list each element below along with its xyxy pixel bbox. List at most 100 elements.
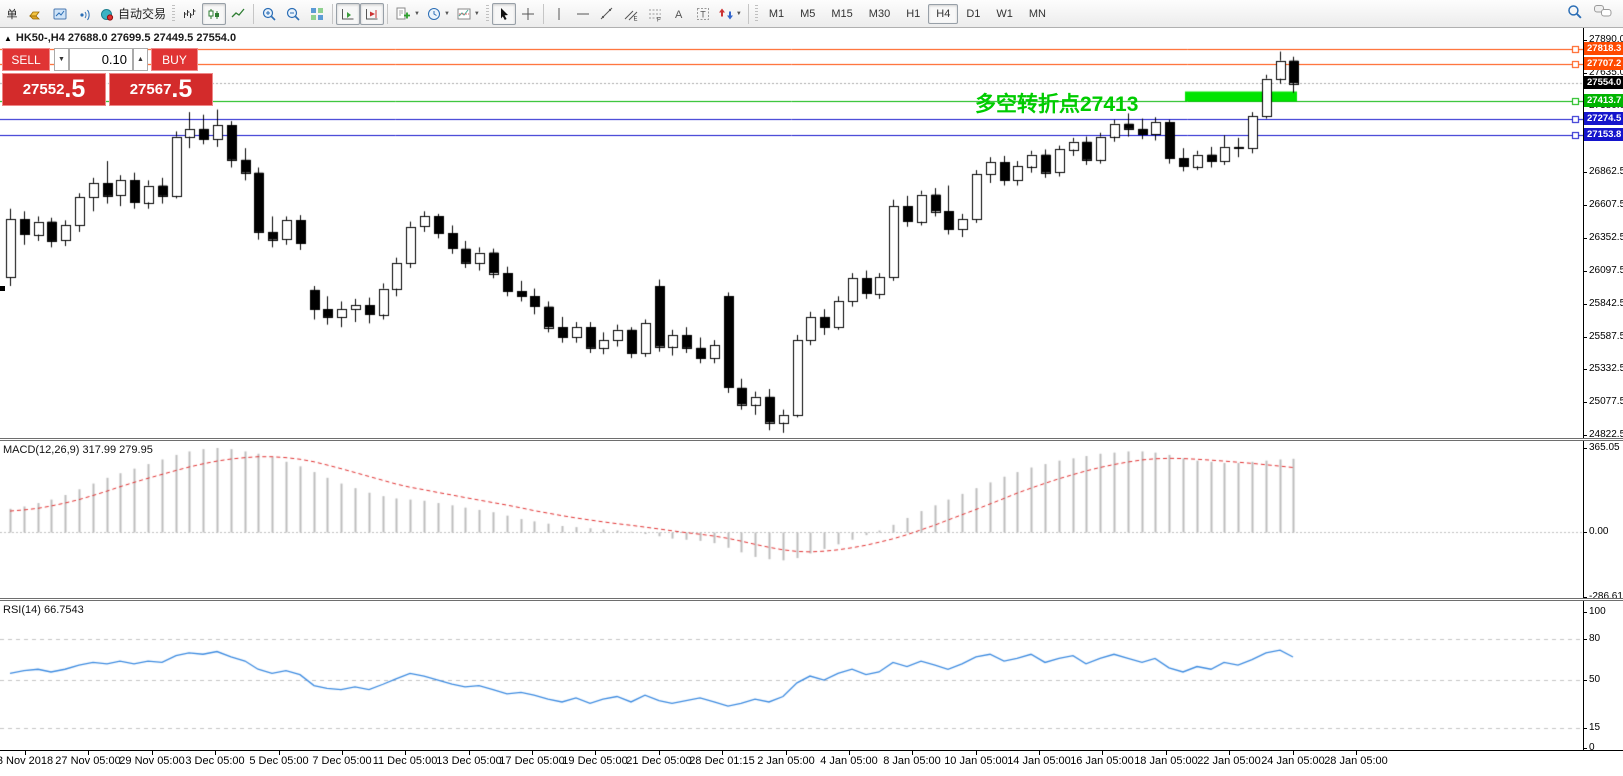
- autotrade-icon: [99, 6, 115, 22]
- new-order-button[interactable]: 单: [0, 3, 24, 25]
- toolbar-separator: [253, 4, 254, 24]
- line-chart-button[interactable]: [226, 3, 250, 25]
- time-label: 28 Dec 01:15: [689, 755, 754, 767]
- tile-windows-button[interactable]: [305, 3, 329, 25]
- chart-window-icon[interactable]: [48, 3, 72, 25]
- add-indicator-button[interactable]: ▼: [391, 3, 423, 25]
- price-tick-label: 25842.5: [1584, 298, 1623, 310]
- price-tick-label: 25332.5: [1584, 363, 1623, 375]
- pane-separator[interactable]: [0, 598, 1623, 601]
- chevron-down-icon: ▼: [736, 11, 742, 17]
- toolbar-separator: [332, 4, 333, 24]
- time-label: 27 Nov 05:00: [55, 755, 120, 767]
- price-tag: 27707.2: [1584, 57, 1623, 70]
- cursor-button[interactable]: [492, 3, 516, 25]
- timeframe-m1[interactable]: M1: [761, 4, 792, 24]
- price-chart-canvas[interactable]: [0, 28, 1583, 438]
- volume-input[interactable]: 0.10: [69, 48, 133, 71]
- time-axis[interactable]: 3 Nov 201827 Nov 05:0029 Nov 05:003 Dec …: [0, 750, 1623, 776]
- price-tick-label: 25587.5: [1584, 331, 1623, 343]
- new-order-label: 单: [7, 6, 18, 22]
- timeframe-mn[interactable]: MN: [1021, 4, 1054, 24]
- zoom-in-button[interactable]: [257, 3, 281, 25]
- signal-icon[interactable]: [72, 3, 96, 25]
- price-tick-label: 0.00: [1584, 526, 1608, 538]
- text-button[interactable]: A: [667, 3, 691, 25]
- chart-title: ▲HK50-,H4 27688.0 27699.5 27449.5 27554.…: [4, 32, 236, 44]
- toolbar-separator: [748, 4, 749, 24]
- timeframe-m5[interactable]: M5: [792, 4, 823, 24]
- price-tag: 27274.5: [1584, 112, 1623, 125]
- autotrade-button[interactable]: 自动交易: [96, 3, 169, 25]
- arrows-button[interactable]: ▼: [715, 3, 745, 25]
- price-tick-label: -286.61: [1584, 591, 1623, 603]
- time-label: 11 Dec 05:00: [373, 755, 438, 767]
- buy-price-int: 27567: [130, 81, 172, 98]
- price-axis[interactable]: 27890.027635.027380.027125.026862.526607…: [1583, 28, 1623, 750]
- time-label: 21 Dec 05:00: [626, 755, 691, 767]
- gold-bar-icon[interactable]: [24, 3, 48, 25]
- time-label: 8 Jan 05:00: [883, 755, 941, 767]
- candlestick-chart-button[interactable]: [202, 3, 226, 25]
- price-tick-label: 15: [1584, 722, 1600, 734]
- templates-button[interactable]: ▼: [453, 3, 483, 25]
- vertical-line-button[interactable]: [547, 3, 571, 25]
- chart-shift-button[interactable]: [360, 3, 384, 25]
- timeframe-w1[interactable]: W1: [988, 4, 1021, 24]
- sell-button[interactable]: SELL: [2, 48, 50, 71]
- timeframe-d1[interactable]: D1: [958, 4, 988, 24]
- pane-separator[interactable]: [0, 438, 1623, 441]
- search-icon[interactable]: [1566, 3, 1583, 25]
- price-tick-label: 26097.5: [1584, 265, 1623, 277]
- sell-price-box[interactable]: 27552.5: [2, 73, 106, 106]
- time-label: 17 Dec 05:00: [499, 755, 564, 767]
- time-label: 2 Jan 05:00: [757, 755, 815, 767]
- time-label: 4 Jan 05:00: [820, 755, 878, 767]
- price-tag: 27153.8: [1584, 128, 1623, 141]
- buy-button[interactable]: BUY: [151, 48, 198, 71]
- buy-price-box[interactable]: 27567.5: [109, 73, 213, 106]
- time-label: 7 Dec 05:00: [312, 755, 371, 767]
- crosshair-button[interactable]: [516, 3, 540, 25]
- pivot-annotation-text: 多空转折点27413: [975, 88, 1138, 118]
- equidistant-channel-button[interactable]: E: [619, 3, 643, 25]
- rsi-label: RSI(14) 66.7543: [3, 604, 84, 616]
- chat-icon[interactable]: [1593, 3, 1613, 24]
- main-toolbar: 单 自动交易 ▼ ▼: [0, 0, 1623, 28]
- price-tick-label: 100: [1584, 606, 1606, 618]
- volume-decrease-button[interactable]: ▼: [54, 48, 69, 71]
- time-label: 3 Dec 05:00: [185, 755, 244, 767]
- fibonacci-button[interactable]: F: [643, 3, 667, 25]
- time-label: 18 Jan 05:00: [1134, 755, 1198, 767]
- buy-price-dec: .5: [171, 77, 192, 102]
- periods-button[interactable]: ▼: [423, 3, 453, 25]
- text-label-button[interactable]: T: [691, 3, 715, 25]
- timeframe-h4[interactable]: H4: [928, 4, 958, 24]
- toolbar-separator: [543, 4, 544, 24]
- time-label: 10 Jan 05:00: [944, 755, 1008, 767]
- time-label: 22 Jan 05:00: [1197, 755, 1261, 767]
- bar-chart-button[interactable]: [178, 3, 202, 25]
- volume-increase-button[interactable]: ▲: [133, 48, 148, 71]
- timeframe-m30[interactable]: M30: [861, 4, 898, 24]
- toolbar-separator: [387, 4, 388, 24]
- price-tick-label: 25077.5: [1584, 396, 1623, 408]
- zoom-out-button[interactable]: [281, 3, 305, 25]
- horizontal-line-button[interactable]: [571, 3, 595, 25]
- sell-price-dec: .5: [64, 77, 85, 102]
- timeframe-m15[interactable]: M15: [823, 4, 860, 24]
- chevron-down-icon: ▼: [414, 11, 420, 17]
- price-tick-label: 26862.5: [1584, 166, 1623, 178]
- trend-line-button[interactable]: [595, 3, 619, 25]
- rsi-pane-canvas[interactable]: [0, 601, 1583, 750]
- time-label: 14 Jan 05:00: [1007, 755, 1071, 767]
- timeframe-h1[interactable]: H1: [898, 4, 928, 24]
- macd-label: MACD(12,26,9) 317.99 279.95: [3, 444, 153, 456]
- macd-pane-canvas[interactable]: [0, 441, 1583, 598]
- price-tick-label: 26352.5: [1584, 232, 1623, 244]
- svg-text:E: E: [633, 16, 637, 22]
- auto-scroll-button[interactable]: [336, 3, 360, 25]
- toolbar-grip: [172, 5, 175, 23]
- price-tag: 27554.0: [1584, 76, 1623, 89]
- time-label: 29 Nov 05:00: [119, 755, 184, 767]
